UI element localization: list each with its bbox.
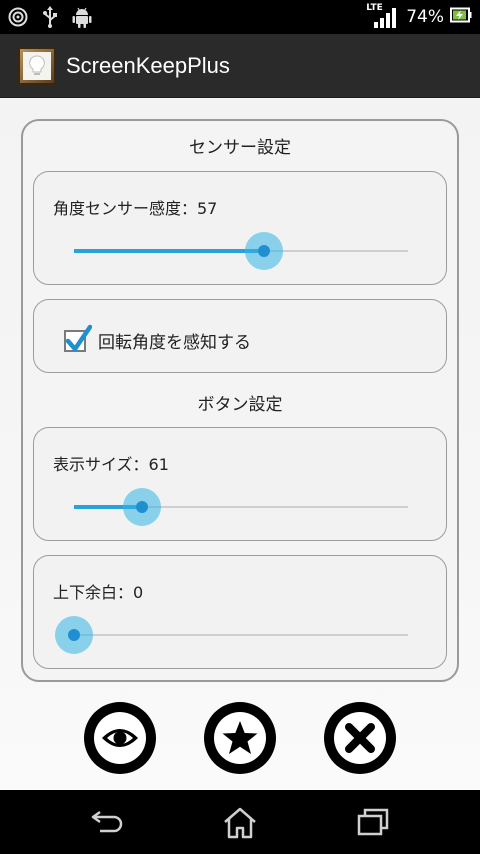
- detect-rotation-row[interactable]: 回転角度を感知する: [64, 324, 251, 353]
- checkmark-icon: [65, 324, 92, 351]
- cast-icon: [8, 7, 28, 27]
- detect-rotation-checkbox[interactable]: [64, 324, 92, 352]
- star-button[interactable]: [204, 702, 276, 774]
- close-icon: [345, 723, 375, 753]
- vertical-margin-card: 上下余白：0: [33, 555, 447, 669]
- app-title: ScreenKeepPlus: [66, 52, 230, 78]
- angle-sensitivity-label: 角度センサー感度：57: [53, 199, 218, 218]
- detect-rotation-card[interactable]: 回転角度を感知する: [33, 299, 447, 373]
- content-area: センサー設定 角度センサー感度：57 回転角度を感知する ボタン設定 表示サイズ…: [0, 98, 480, 790]
- display-size-label: 表示サイズ：61: [53, 455, 169, 474]
- slider-thumb[interactable]: [68, 629, 80, 641]
- android-debug-icon: [72, 6, 92, 28]
- battery-percent: 74%: [406, 7, 444, 27]
- display-size-slider[interactable]: [74, 487, 408, 527]
- detect-rotation-label: 回転角度を感知する: [98, 333, 251, 353]
- eye-button[interactable]: [84, 702, 156, 774]
- settings-panel: センサー設定 角度センサー感度：57 回転角度を感知する ボタン設定 表示サイズ…: [21, 119, 459, 682]
- signal-icon: LTE: [366, 3, 400, 28]
- recent-apps-icon[interactable]: [356, 806, 390, 842]
- eye-icon: [102, 729, 138, 747]
- slider-thumb[interactable]: [135, 501, 148, 513]
- back-icon[interactable]: [90, 806, 126, 842]
- star-icon: [222, 721, 258, 754]
- angle-sensitivity-slider[interactable]: [74, 231, 408, 271]
- vertical-margin-slider[interactable]: [55, 615, 408, 655]
- usb-icon: [42, 6, 58, 28]
- home-icon[interactable]: [222, 806, 258, 844]
- vertical-margin-label: 上下余白：0: [53, 583, 144, 602]
- sensor-section-title: センサー設定: [189, 138, 291, 158]
- angle-sensitivity-card: 角度センサー感度：57: [33, 171, 447, 285]
- close-button[interactable]: [324, 702, 396, 774]
- button-section-title: ボタン設定: [197, 395, 283, 415]
- action-bar: ScreenKeepPlus: [0, 34, 480, 98]
- battery-charging-icon: [450, 7, 472, 28]
- navigation-bar: [0, 790, 480, 854]
- picture-frame-bulb-icon: [18, 46, 56, 85]
- status-bar: LTE 74%: [0, 0, 480, 34]
- slider-fill: [74, 249, 265, 253]
- slider-track: [74, 634, 408, 636]
- display-size-card: 表示サイズ：61: [33, 427, 447, 541]
